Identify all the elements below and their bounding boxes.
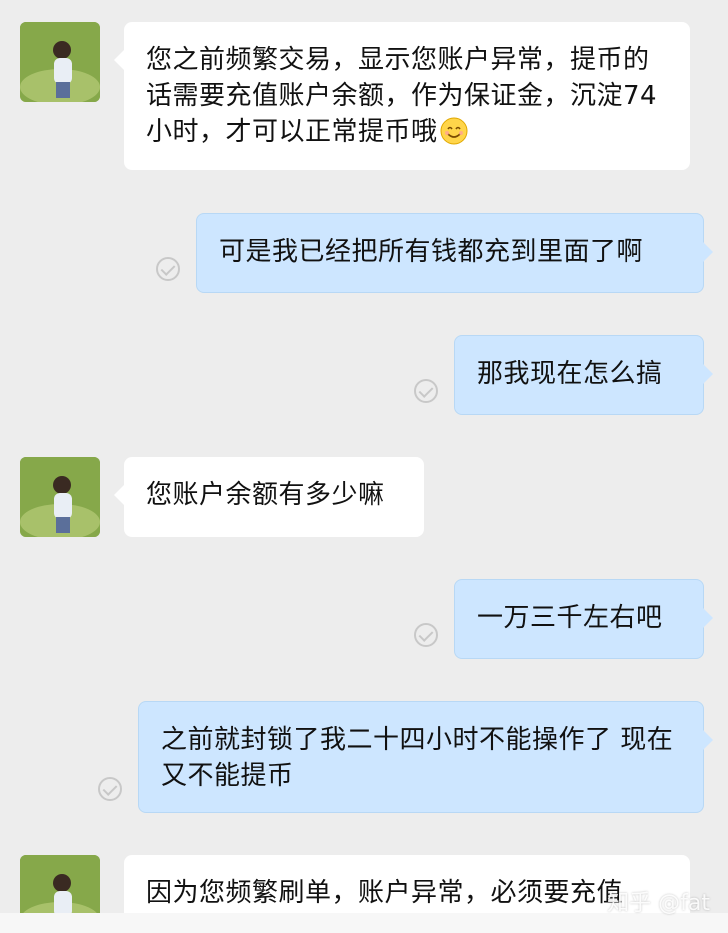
message-bubble-outgoing[interactable]: 那我现在怎么搞 [454, 335, 713, 415]
message-text: 您之前频繁交易，显示您账户异常，提币的话需要充值账户余额，作为保证金，沉淀74小… [146, 45, 658, 147]
read-check-icon [98, 777, 122, 801]
message-bubble-incoming[interactable]: 您之前频繁交易，显示您账户异常，提币的话需要充值账户余额，作为保证金，沉淀74小… [114, 22, 690, 170]
read-check-icon [414, 623, 438, 647]
watermark: 知乎 @fat [607, 891, 710, 916]
read-check-icon [156, 257, 180, 281]
message-text: 之前就封锁了我二十四小时不能操作了 现在又不能提币 [161, 725, 674, 791]
contact-avatar[interactable] [20, 457, 100, 537]
message-bubble-outgoing[interactable]: 可是我已经把所有钱都充到里面了啊 [196, 213, 713, 293]
message-bubble-incoming[interactable]: 您账户余额有多少嘛 [114, 457, 424, 537]
message-text: 一万三千左右吧 [477, 603, 663, 633]
read-check-icon [414, 379, 438, 403]
contact-avatar[interactable] [20, 22, 100, 102]
message-text: 那我现在怎么搞 [477, 359, 663, 389]
message-bubble-outgoing[interactable]: 之前就封锁了我二十四小时不能操作了 现在又不能提币 [138, 701, 713, 813]
message-text: 可是我已经把所有钱都充到里面了啊 [219, 237, 644, 267]
message-text: 因为您频繁刷单，账户异常，必须要充值 [146, 878, 624, 908]
smiling-face-icon [440, 117, 468, 145]
message-bubble-outgoing[interactable]: 一万三千左右吧 [454, 579, 713, 659]
chat-window: 您之前频繁交易，显示您账户异常，提币的话需要充值账户余额，作为保证金，沉淀74小… [0, 0, 728, 933]
message-text: 您账户余额有多少嘛 [146, 480, 385, 510]
